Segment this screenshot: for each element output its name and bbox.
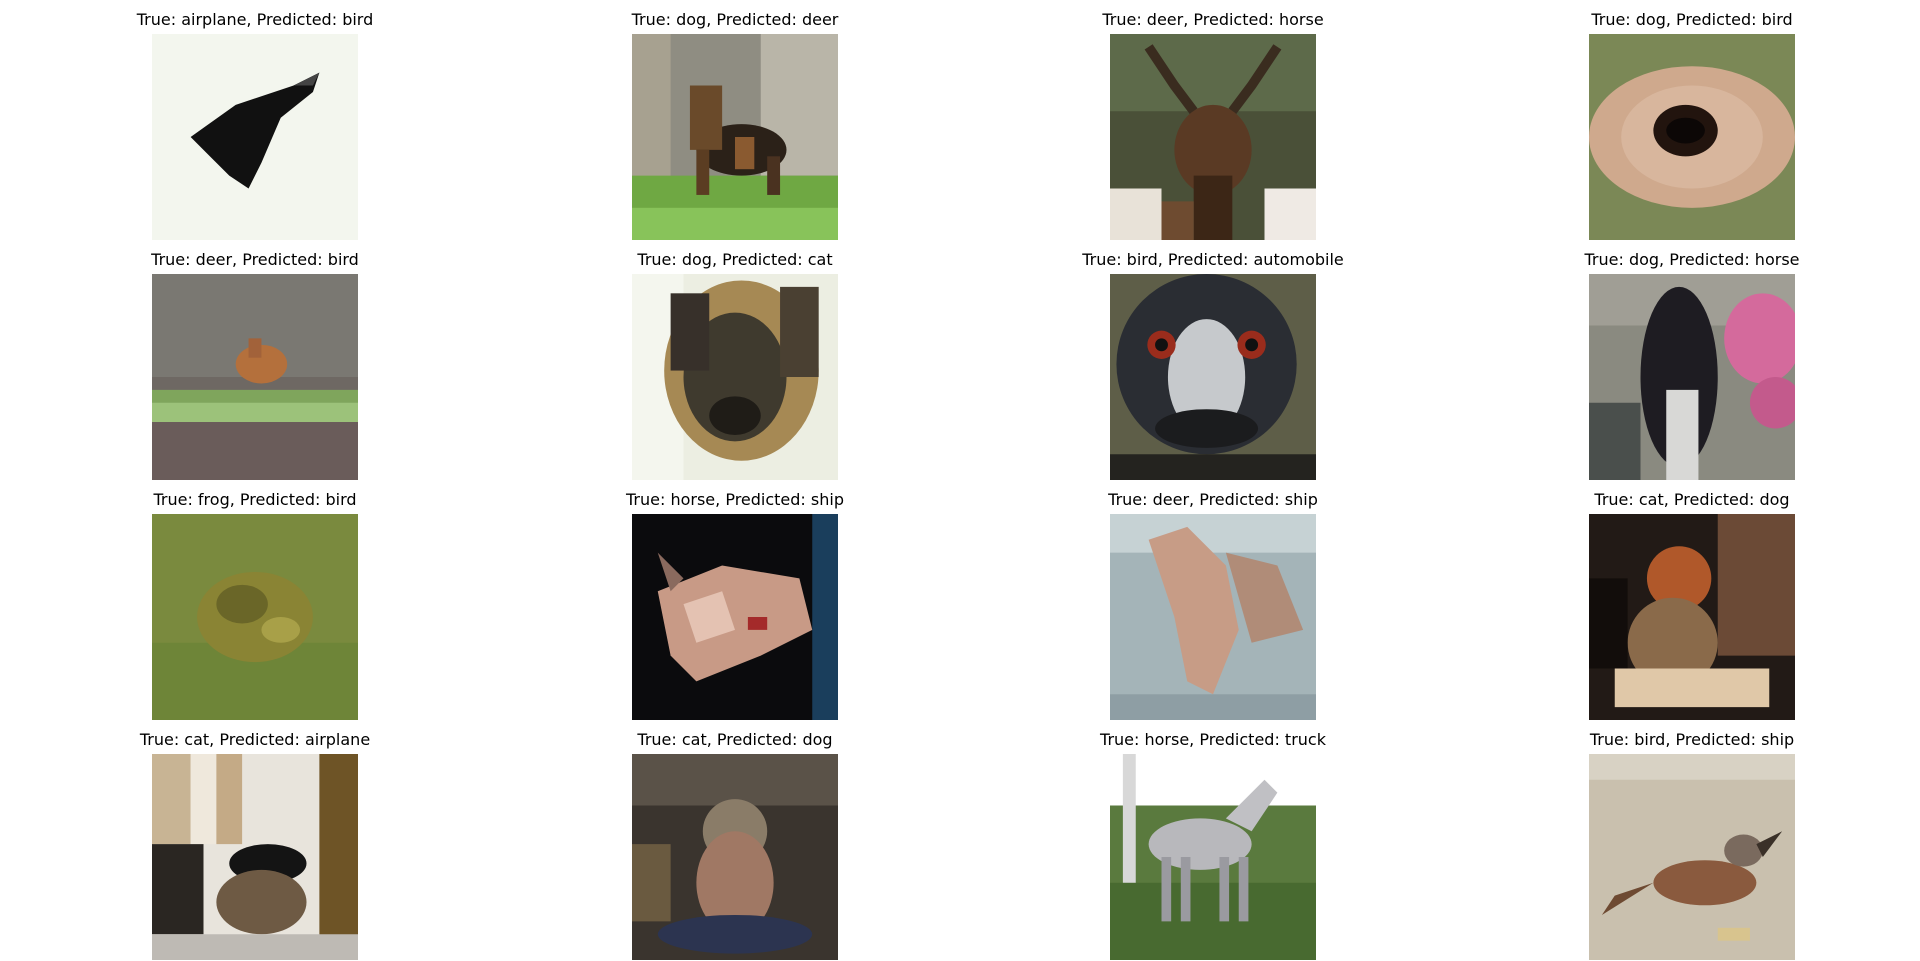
thumbnail-deer — [152, 274, 358, 480]
panel-title: True: bird, Predicted: automobile — [1082, 250, 1344, 269]
thumbnail-deer — [1110, 514, 1316, 720]
thumbnail-cat — [632, 754, 838, 960]
thumbnail-cat — [1589, 514, 1795, 720]
thumbnail-dog — [1589, 34, 1795, 240]
panel-title: True: cat, Predicted: airplane — [139, 730, 371, 749]
thumbnail-frog — [152, 514, 358, 720]
thumbnail-bird — [1110, 274, 1316, 480]
panel-title: True: deer, Predicted: horse — [1102, 10, 1324, 29]
panel-title: True: bird, Predicted: ship — [1589, 730, 1795, 749]
thumbnail-dog — [1589, 274, 1795, 480]
misclassified-grid: True: airplane, Predicted: bird True: do… — [0, 0, 1920, 961]
thumbnail-dog — [632, 274, 838, 480]
panel-title: True: dog, Predicted: horse — [1584, 250, 1800, 269]
panel-title: True: dog, Predicted: bird — [1591, 10, 1793, 29]
thumbnail-deer — [1110, 34, 1316, 240]
thumbnail-airplane — [152, 34, 358, 240]
thumbnail-cat — [152, 754, 358, 960]
panel-title: True: airplane, Predicted: bird — [136, 10, 374, 29]
thumbnail-bird — [1589, 754, 1795, 960]
panel-title: True: horse, Predicted: truck — [1100, 730, 1326, 749]
panel-title: True: frog, Predicted: bird — [153, 490, 357, 509]
panel-title: True: cat, Predicted: dog — [637, 730, 833, 749]
panel-title: True: dog, Predicted: deer — [631, 10, 839, 29]
panel-title: True: horse, Predicted: ship — [626, 490, 844, 509]
panel-title: True: cat, Predicted: dog — [1594, 490, 1790, 509]
thumbnail-horse — [1110, 754, 1316, 960]
thumbnail-horse — [632, 514, 838, 720]
panel-title: True: deer, Predicted: ship — [1108, 490, 1318, 509]
panel-title: True: deer, Predicted: bird — [151, 250, 359, 269]
thumbnail-dog — [632, 34, 838, 240]
panel-title: True: dog, Predicted: cat — [637, 250, 833, 269]
